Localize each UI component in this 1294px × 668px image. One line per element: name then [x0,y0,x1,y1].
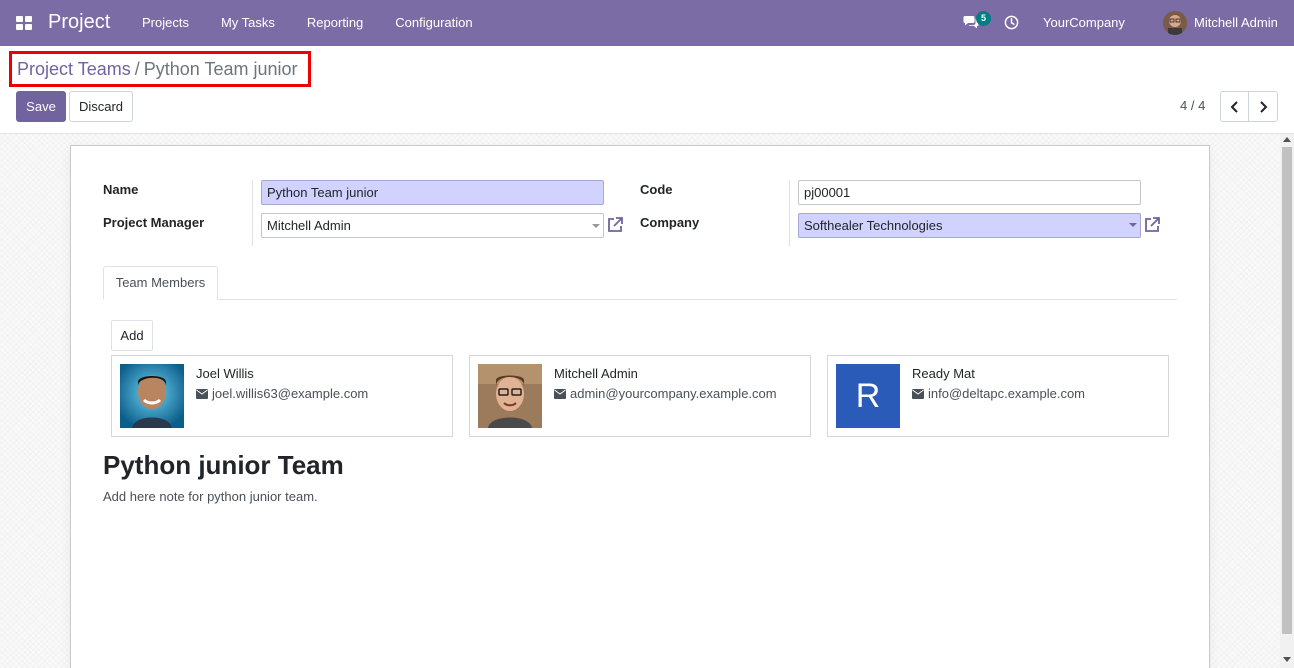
tab-divider [103,299,1177,300]
code-label: Code [640,182,673,197]
member-email-row: info@deltapc.example.com [912,386,1085,401]
activity-clock-icon[interactable] [1004,15,1019,30]
member-card[interactable]: R Ready Mat info@deltapc.example.com [827,355,1169,437]
tab-team-members[interactable]: Team Members [103,266,218,300]
member-email[interactable]: admin@yourcompany.example.com [570,386,777,401]
pager-value[interactable]: 4 / 4 [1180,98,1205,113]
project-manager-label: Project Manager [103,215,205,230]
project-manager-dropdown-icon[interactable] [592,224,600,228]
app-name[interactable]: Project [48,11,110,34]
chevron-right-icon [1260,100,1268,113]
member-name: Ready Mat [912,366,975,381]
code-field[interactable]: pj00001 [798,180,1141,205]
name-field[interactable]: Python Team junior [261,180,604,205]
external-link-icon[interactable] [1143,216,1161,234]
breadcrumb-current: Python Team junior [143,58,298,79]
member-email[interactable]: info@deltapc.example.com [928,386,1085,401]
envelope-icon [912,388,924,399]
top-navbar: Project Projects My Tasks Reporting Conf… [0,0,1294,46]
envelope-icon [554,388,566,399]
left-group-divider [252,180,253,246]
pager-next-button[interactable] [1249,92,1277,121]
scroll-up-arrow-icon[interactable] [1283,137,1291,142]
pager-buttons [1220,91,1278,122]
note-heading[interactable]: Python junior Team [103,450,344,481]
member-initial: R [836,364,900,428]
menu-item-my-tasks[interactable]: My Tasks [205,0,291,46]
pager-previous-button[interactable] [1221,92,1250,121]
member-avatar [478,364,542,428]
scrollbar-thumb[interactable] [1282,147,1292,634]
breadcrumb: Project Teams / Python Team junior [9,51,311,87]
member-email-row: joel.willis63@example.com [196,386,368,401]
menu-item-configuration[interactable]: Configuration [379,0,488,46]
member-avatar: R [836,364,900,428]
company-field[interactable]: Softhealer Technologies [798,213,1141,238]
menu-item-projects[interactable]: Projects [126,0,205,46]
name-label: Name [103,182,139,197]
project-manager-field[interactable]: Mitchell Admin [261,213,604,238]
chat-count-badge: 5 [976,11,991,26]
external-link-icon[interactable] [606,216,624,234]
discard-button[interactable]: Discard [69,91,133,122]
company-dropdown-icon[interactable] [1129,223,1137,227]
member-email[interactable]: joel.willis63@example.com [212,386,368,401]
member-name: Mitchell Admin [554,366,638,381]
scroll-down-arrow-icon[interactable] [1283,657,1291,662]
member-email-row: admin@yourcompany.example.com [554,386,777,401]
right-group-divider [789,180,790,246]
user-menu[interactable]: Mitchell Admin [1194,15,1278,30]
company-switcher[interactable]: YourCompany [1043,15,1125,30]
member-card[interactable]: Mitchell Admin admin@yourcompany.example… [469,355,811,437]
menu-item-reporting[interactable]: Reporting [291,0,379,46]
member-card[interactable]: Joel Willis joel.willis63@example.com [111,355,453,437]
chevron-left-icon [1230,100,1238,113]
note-body[interactable]: Add here note for python junior team. [103,489,318,504]
company-label: Company [640,215,700,230]
member-avatar [120,364,184,428]
breadcrumb-separator: / [134,58,140,79]
apps-menu-icon[interactable] [16,16,32,30]
add-member-button[interactable]: Add [111,320,153,351]
breadcrumb-parent-link[interactable]: Project Teams [17,59,131,80]
save-button[interactable]: Save [16,91,66,122]
member-name: Joel Willis [196,366,254,381]
main-menu: Projects My Tasks Reporting Configuratio… [126,0,489,46]
user-avatar[interactable] [1163,11,1187,35]
envelope-icon [196,388,208,399]
